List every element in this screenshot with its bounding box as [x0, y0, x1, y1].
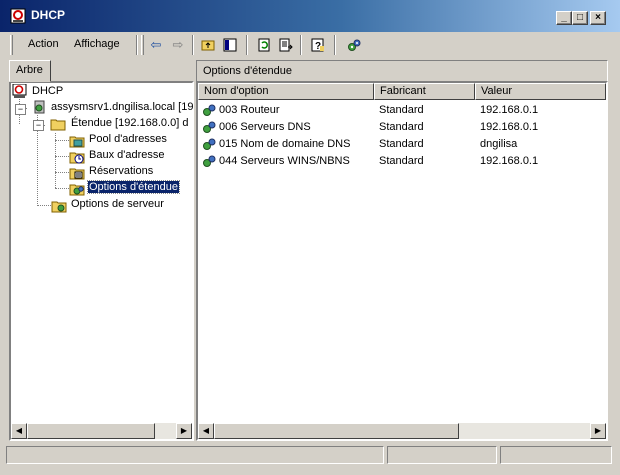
scroll-left-icon[interactable]: ◀ [198, 423, 214, 439]
scrollbar-thumb[interactable] [27, 423, 155, 439]
reservations-icon [69, 168, 85, 180]
collapse-server-icon[interactable]: − [15, 104, 26, 115]
dhcp-root-icon [12, 84, 27, 98]
list-pane-title: Options d'étendue [196, 60, 608, 82]
toolbar: Action Affichage ⇦ ⇨ ? [4, 32, 616, 58]
toolbar-separator [246, 35, 248, 55]
table-row[interactable]: 044 Serveurs WINS/NBNS Standard 192.168.… [198, 153, 606, 170]
tree-item-dhcp[interactable]: DHCP [32, 85, 63, 97]
dhcp-app-icon [10, 8, 26, 24]
tree-item-scope[interactable]: Étendue [192.168.0.0] d [71, 117, 188, 129]
export-list-icon[interactable] [276, 35, 296, 55]
cell-option-name: 044 Serveurs WINS/NBNS [219, 155, 350, 167]
cell-value: 192.168.0.1 [480, 121, 539, 133]
toolbar-separator [300, 35, 302, 55]
scroll-left-icon[interactable]: ◀ [11, 423, 27, 439]
address-pool-icon [69, 136, 85, 148]
toolbar-grip[interactable] [10, 35, 13, 55]
option-icon [203, 121, 216, 133]
option-icon [203, 104, 216, 116]
cell-value: 192.168.0.1 [480, 104, 539, 116]
refresh-icon[interactable] [254, 35, 274, 55]
forward-arrow-icon[interactable]: ⇨ [168, 35, 188, 55]
leases-icon [69, 152, 85, 164]
scope-folder-icon [50, 119, 66, 131]
collapse-scope-icon[interactable]: − [33, 120, 44, 131]
server-options-icon [51, 201, 67, 213]
tree-item-server-options[interactable]: Options de serveur [71, 198, 164, 210]
cell-option-name: 015 Nom de domaine DNS [219, 138, 351, 150]
menu-view[interactable]: Affichage [74, 38, 120, 50]
column-header-option-name[interactable]: Nom d'option [198, 83, 374, 100]
window-title: DHCP [31, 8, 66, 22]
scope-options-icon [69, 184, 85, 196]
tab-tree[interactable]: Arbre [9, 60, 51, 82]
column-header-value[interactable]: Valeur [475, 83, 606, 100]
cell-vendor: Standard [379, 104, 424, 116]
help-icon[interactable]: ? [308, 35, 328, 55]
status-bar-section [387, 446, 497, 464]
cell-option-name: 003 Routeur [219, 104, 280, 116]
toolbar-grip[interactable] [141, 35, 144, 55]
option-icon [203, 155, 216, 167]
cell-vendor: Standard [379, 121, 424, 133]
close-button[interactable]: × [590, 11, 606, 25]
show-hide-tree-icon[interactable] [220, 35, 240, 55]
table-row[interactable]: 015 Nom de domaine DNS Standard dngilisa [198, 136, 606, 153]
tree-item-address-pool[interactable]: Pool d'adresses [89, 133, 167, 145]
tree-pane[interactable]: DHCP − assysmsrv1.dngilisa.local [19 − É… [9, 81, 194, 441]
status-bar-section [500, 446, 612, 464]
column-header-vendor[interactable]: Fabricant [374, 83, 475, 100]
cell-option-name: 006 Serveurs DNS [219, 121, 311, 133]
tree-item-scope-options[interactable]: Options d'étendue [87, 180, 180, 194]
options-icon[interactable] [344, 35, 364, 55]
back-arrow-icon[interactable]: ⇦ [146, 35, 166, 55]
option-icon [203, 138, 216, 150]
minimize-button[interactable]: _ [556, 11, 572, 25]
server-icon [34, 100, 45, 114]
scroll-right-icon[interactable]: ▶ [176, 423, 192, 439]
scrollbar-thumb[interactable] [214, 423, 459, 439]
menu-action[interactable]: Action [28, 38, 59, 50]
tree-item-server[interactable]: assysmsrv1.dngilisa.local [19 [51, 101, 193, 113]
toolbar-separator [136, 35, 138, 55]
cell-value: 192.168.0.1 [480, 155, 539, 167]
tree-horizontal-scrollbar[interactable]: ◀ ▶ [11, 423, 192, 439]
tree-item-reservations[interactable]: Réservations [89, 165, 153, 177]
options-list[interactable]: Nom d'option Fabricant Valeur 003 Routeu… [196, 81, 608, 441]
list-horizontal-scrollbar[interactable]: ◀ ▶ [198, 423, 606, 439]
toolbar-separator [334, 35, 336, 55]
scroll-right-icon[interactable]: ▶ [590, 423, 606, 439]
tree-item-leases[interactable]: Baux d'adresse [89, 149, 164, 161]
toolbar-separator [192, 35, 194, 55]
status-bar-main [6, 446, 384, 464]
cell-value: dngilisa [480, 138, 518, 150]
up-folder-icon[interactable] [198, 35, 218, 55]
cell-vendor: Standard [379, 155, 424, 167]
table-row[interactable]: 003 Routeur Standard 192.168.0.1 [198, 102, 606, 119]
maximize-button[interactable]: □ [572, 11, 588, 25]
table-row[interactable]: 006 Serveurs DNS Standard 192.168.0.1 [198, 119, 606, 136]
title-bar[interactable]: DHCP _ □ × [0, 0, 620, 32]
cell-vendor: Standard [379, 138, 424, 150]
